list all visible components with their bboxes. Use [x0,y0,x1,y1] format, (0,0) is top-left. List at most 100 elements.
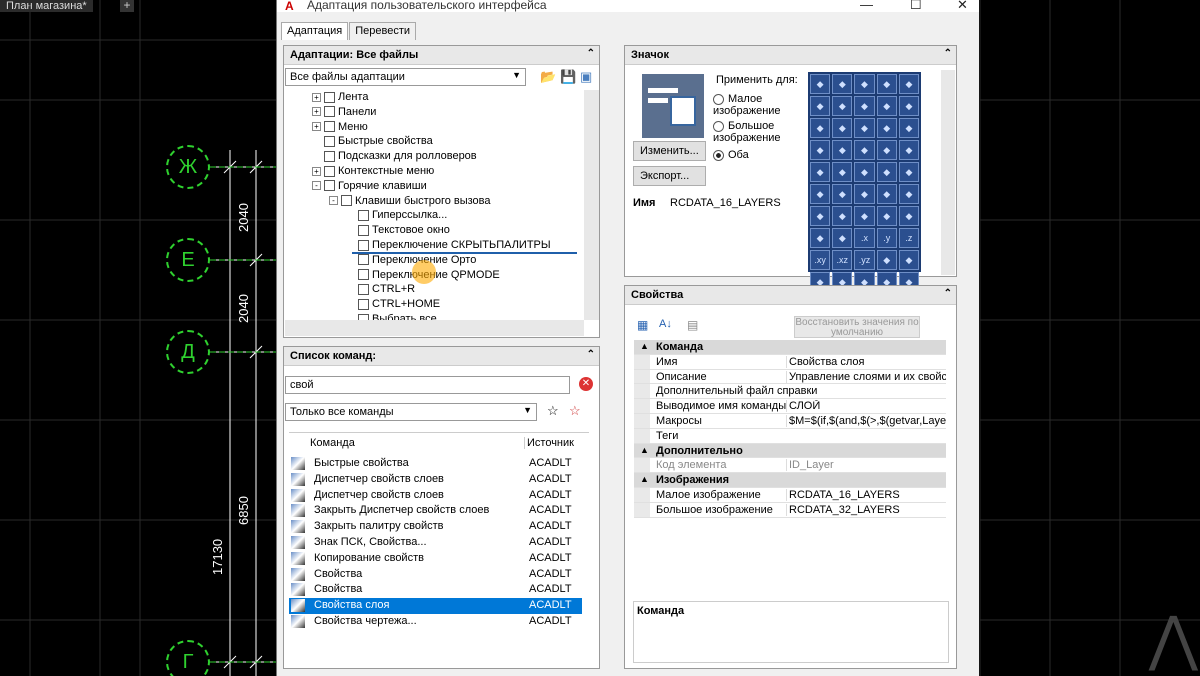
library-icon[interactable]: ◆ [876,118,897,138]
library-icon[interactable]: .yz [854,250,875,270]
property-value[interactable]: RCDATA_16_LAYERS [786,488,946,501]
property-row[interactable]: Имя Свойства слоя [634,354,946,370]
export-icon-button[interactable]: Экспорт... [633,166,706,186]
dialog-titlebar[interactable]: A Адаптация пользовательского интерфейса… [277,0,979,13]
library-icon[interactable]: ◆ [810,140,831,160]
collapse-icon[interactable]: ⌃ [944,288,952,299]
tree-item[interactable]: Быстрые свойства [312,135,582,150]
command-row[interactable]: Свойства чертежа... ACADLT [289,614,582,630]
expander-icon[interactable]: + [312,92,321,102]
pages-icon[interactable]: ▤ [687,318,698,332]
property-category[interactable]: ▲ Дополнительно [634,443,946,459]
library-icon[interactable]: ◆ [810,74,831,94]
library-icon[interactable]: ◆ [876,206,897,226]
expander-icon[interactable]: + [312,166,321,176]
sort-az-icon[interactable]: A↓ [659,318,672,330]
expander-icon[interactable]: + [312,122,321,132]
library-icon[interactable]: ◆ [832,206,853,226]
new-command-icon[interactable]: ☆ [547,403,559,419]
clear-search-icon[interactable]: ✕ [579,377,593,391]
library-icon[interactable]: ◆ [876,184,897,204]
library-icon[interactable]: ◆ [810,162,831,182]
library-icon[interactable]: ◆ [898,206,919,226]
property-value[interactable]: $M=$(if,$(and,$(>,$(getvar,LayerMan [786,414,946,427]
collapse-icon[interactable]: ▲ [640,474,649,484]
library-icon[interactable]: .x [854,228,875,248]
expander-icon[interactable]: + [312,107,321,117]
library-icon[interactable]: ◆ [876,250,897,270]
library-icon[interactable]: ◆ [854,96,875,116]
library-icon[interactable]: ◆ [898,118,919,138]
tree-item[interactable]: Переключение Орто [312,254,582,269]
tree-item[interactable]: + Лента [312,91,582,106]
command-row[interactable]: Диспетчер свойств слоев ACADLT [289,488,582,504]
command-row[interactable]: Закрыть Диспетчер свойств слоев ACADLT [289,503,582,519]
collapse-icon[interactable]: ⌃ [587,349,595,360]
library-icon[interactable]: ◆ [832,74,853,94]
tree-vscrollbar[interactable] [584,90,599,320]
properties-grid[interactable]: ▲ Команда Имя Свойства слоя Описание Управлен… [634,340,946,518]
radio-large-image[interactable]: Большое изображение [713,120,799,144]
command-row[interactable]: Быстрые свойства ACADLT [289,456,582,472]
tab-customize[interactable]: Адаптация [281,22,349,40]
library-icon[interactable]: ◆ [854,140,875,160]
command-search-input[interactable]: свой [285,376,570,394]
edit-icon-button[interactable]: Изменить... [633,141,706,161]
library-icon[interactable]: ◆ [810,118,831,138]
library-icon[interactable]: ◆ [898,74,919,94]
library-icon[interactable]: ◆ [854,162,875,182]
col-command-header[interactable]: Команда [310,437,355,449]
library-icon[interactable]: ◆ [854,206,875,226]
library-icon[interactable]: ◆ [876,140,897,160]
library-icon[interactable]: ◆ [832,140,853,160]
tree-item[interactable]: Текстовое окно [312,224,582,239]
property-row[interactable]: Код элемента ID_Layer [634,458,946,474]
library-icon[interactable]: ◆ [854,74,875,94]
property-row[interactable]: Описание Управление слоями и их свойства [634,369,946,385]
save-icon[interactable]: 💾 [560,69,576,85]
expander-icon[interactable]: - [312,181,321,191]
restore-defaults-button[interactable]: Восстановить значения по умолчанию [794,316,920,338]
property-row[interactable]: Большое изображение RCDATA_32_LAYERS [634,502,946,518]
library-icon[interactable]: ◆ [898,96,919,116]
command-row[interactable]: Свойства ACADLT [289,582,582,598]
library-icon[interactable]: ◆ [810,228,831,248]
property-row[interactable]: Макросы $M=$(if,$(and,$(>,$(getvar,LayerM… [634,413,946,429]
icon-library-grid[interactable]: ◆ ◆ ◆ ◆ ◆ ◆ ◆ ◆ ◆ ◆ ◆ ◆ ◆ ◆ ◆ ◆ ◆ ◆ ◆ ◆ ◆ ◆ ◆ ◆ ◆ ◆ ◆ ◆ ◆ ◆ ◆ ◆ ◆ ◆ ◆ ◆ ◆ .x.… [808,72,921,292]
collapse-icon[interactable]: ⌃ [587,48,595,59]
command-row[interactable]: Диспетчер свойств слоев ACADLT [289,472,582,488]
categorized-icon[interactable]: ▦ [637,318,648,332]
library-icon[interactable]: ◆ [898,140,919,160]
library-icon[interactable]: ◆ [832,118,853,138]
library-icon[interactable]: ◆ [876,162,897,182]
tree-item[interactable]: + Панели [312,106,582,121]
command-row[interactable]: Знак ПСК, Свойства... ACADLT [289,535,582,551]
tree-item[interactable]: Подсказки для ролловеров [312,150,582,165]
collapse-icon[interactable]: ▲ [640,341,649,351]
tab-transfer[interactable]: Перевести [349,22,417,40]
command-row[interactable]: Копирование свойств ACADLT [289,551,582,567]
tree-hscrollbar[interactable] [285,320,584,336]
library-icon[interactable]: ◆ [832,228,853,248]
library-icon[interactable]: .xy [810,250,831,270]
col-source-header[interactable]: Источник [524,437,574,449]
command-row[interactable]: Закрыть палитру свойств ACADLT [289,519,582,535]
property-value[interactable]: Свойства слоя [786,355,946,368]
minimize-button[interactable]: — [860,0,873,12]
property-row[interactable]: Теги [634,428,946,444]
open-file-icon[interactable]: 📂 [540,69,556,85]
command-row[interactable]: Свойства слоя ACADLT [289,598,582,614]
library-icon[interactable]: ◆ [854,118,875,138]
customization-file-select[interactable]: Все файлы адаптации ▼ [285,68,526,86]
library-icon[interactable]: ◆ [810,184,831,204]
library-icon[interactable]: ◆ [876,74,897,94]
collapse-icon[interactable]: ⌃ [944,48,952,59]
library-icon[interactable]: .xz [832,250,853,270]
library-icon[interactable]: ◆ [898,250,919,270]
radio-both[interactable]: Оба [713,149,749,161]
library-icon[interactable]: ◆ [810,206,831,226]
property-value[interactable]: RCDATA_32_LAYERS [786,503,946,516]
library-icon[interactable]: ◆ [832,184,853,204]
library-icon[interactable]: ◆ [810,96,831,116]
maximize-button[interactable]: ☐ [910,0,922,13]
